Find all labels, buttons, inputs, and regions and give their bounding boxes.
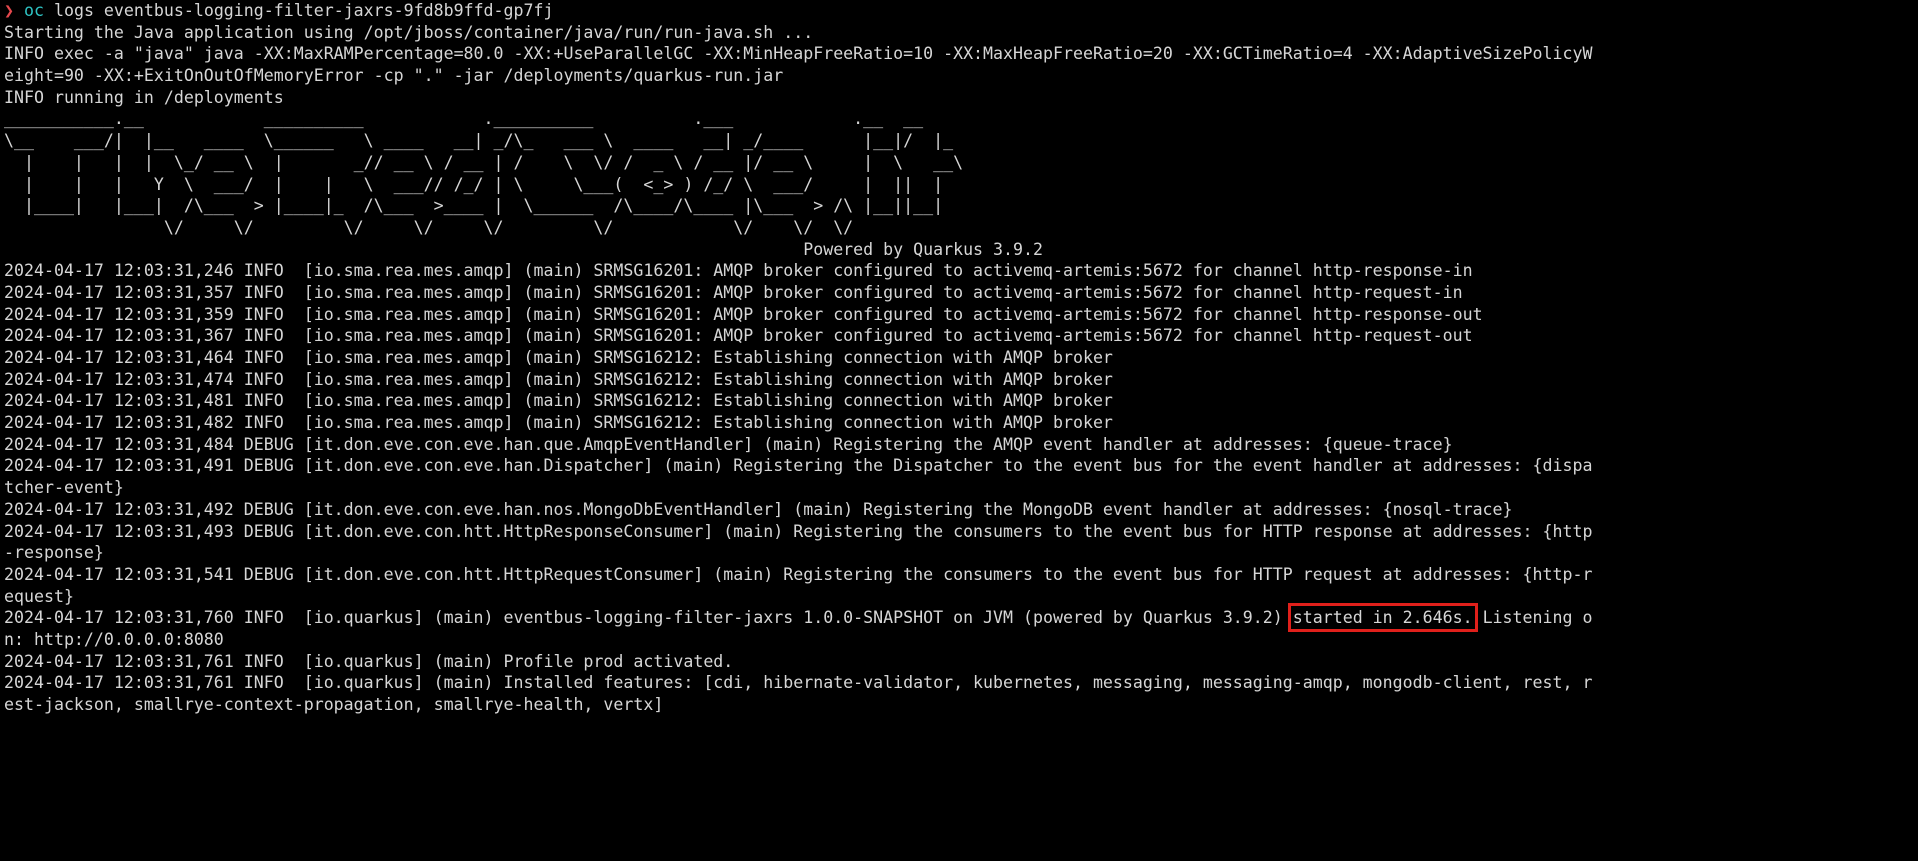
started-log-line: 2024-04-17 12:03:31,760 INFO [io.quarkus… bbox=[4, 603, 1914, 633]
terminal-window[interactable]: ❯ oc logs eventbus-logging-filter-jaxrs-… bbox=[4, 0, 1914, 861]
banner-line: \__ ___/| |__ ____ \______ \ ____ __| _/… bbox=[4, 131, 954, 151]
prompt-command: oc bbox=[24, 1, 44, 20]
ascii-banner: ___________.__ __________ .__________ ._… bbox=[4, 108, 1914, 238]
banner-line: ___________.__ __________ .__________ ._… bbox=[4, 109, 924, 129]
log-line: 2024-04-17 12:03:31,484 DEBUG [it.don.ev… bbox=[4, 434, 1453, 454]
log-line: INFO running in /deployments bbox=[4, 87, 284, 107]
log-line: 2024-04-17 12:03:31,761 INFO [io.quarkus… bbox=[4, 673, 1593, 693]
banner-line: |____| |___| /\___ > |____|_ /\___ >____… bbox=[4, 196, 944, 216]
started-line-prefix: 2024-04-17 12:03:31,760 INFO [io.quarkus… bbox=[4, 608, 1293, 628]
powered-by-line: Powered by Quarkus 3.9.2 bbox=[4, 239, 1043, 259]
log-line: 2024-04-17 12:03:31,474 INFO [io.sma.rea… bbox=[4, 369, 1113, 389]
log-line: 2024-04-17 12:03:31,482 INFO [io.sma.rea… bbox=[4, 413, 1113, 433]
log-line: 2024-04-17 12:03:31,367 INFO [io.sma.rea… bbox=[4, 326, 1473, 346]
log-line: 2024-04-17 12:03:31,492 DEBUG [it.don.ev… bbox=[4, 499, 1513, 519]
log-line: Starting the Java application using /opt… bbox=[4, 22, 814, 42]
log-line: tcher-event} bbox=[4, 478, 124, 498]
log-line: 2024-04-17 12:03:31,761 INFO [io.quarkus… bbox=[4, 651, 734, 671]
started-line-suffix: Listening o bbox=[1472, 608, 1593, 628]
log-line: -response} bbox=[4, 543, 104, 563]
log-line: 2024-04-17 12:03:31,359 INFO [io.sma.rea… bbox=[4, 304, 1483, 324]
log-line: 2024-04-17 12:03:31,246 INFO [io.sma.rea… bbox=[4, 261, 1473, 281]
banner-line: | | | | \_/ __ \ | _// __ \ / __ | / \ \… bbox=[4, 152, 964, 172]
log-line: est-jackson, smallrye-context-propagatio… bbox=[4, 695, 664, 714]
log-line: 2024-04-17 12:03:31,464 INFO [io.sma.rea… bbox=[4, 348, 1113, 367]
log-line: eight=90 -XX:+ExitOnOutOfMemoryError -cp… bbox=[4, 66, 784, 86]
log-line: equest} bbox=[4, 586, 74, 606]
log-line: n: http://0.0.0.0:8080 bbox=[4, 629, 224, 649]
log-line: 2024-04-17 12:03:31,357 INFO [io.sma.rea… bbox=[4, 282, 1463, 302]
log-line: 2024-04-17 12:03:31,541 DEBUG [it.don.ev… bbox=[4, 564, 1593, 584]
log-line: INFO exec -a "java" java -XX:MaxRAMPerce… bbox=[4, 44, 1593, 64]
log-line: 2024-04-17 12:03:31,493 DEBUG [it.don.ev… bbox=[4, 521, 1593, 541]
startup-time-highlight: started in 2.646s. bbox=[1287, 603, 1478, 633]
prompt-args: logs eventbus-logging-filter-jaxrs-9fd8b… bbox=[43, 1, 554, 20]
log-line: 2024-04-17 12:03:31,481 INFO [io.sma.rea… bbox=[4, 391, 1113, 411]
prompt-arrow-icon: ❯ bbox=[4, 1, 14, 20]
banner-line: | | | Y \ ___/ | | \ ___// /_/ | \ \___(… bbox=[4, 174, 944, 194]
prompt-line: ❯ oc logs eventbus-logging-filter-jaxrs-… bbox=[4, 0, 1914, 22]
log-line: 2024-04-17 12:03:31,491 DEBUG [it.don.ev… bbox=[4, 456, 1593, 476]
banner-line: \/ \/ \/ \/ \/ \/ \/ \/ \/ bbox=[4, 217, 854, 237]
